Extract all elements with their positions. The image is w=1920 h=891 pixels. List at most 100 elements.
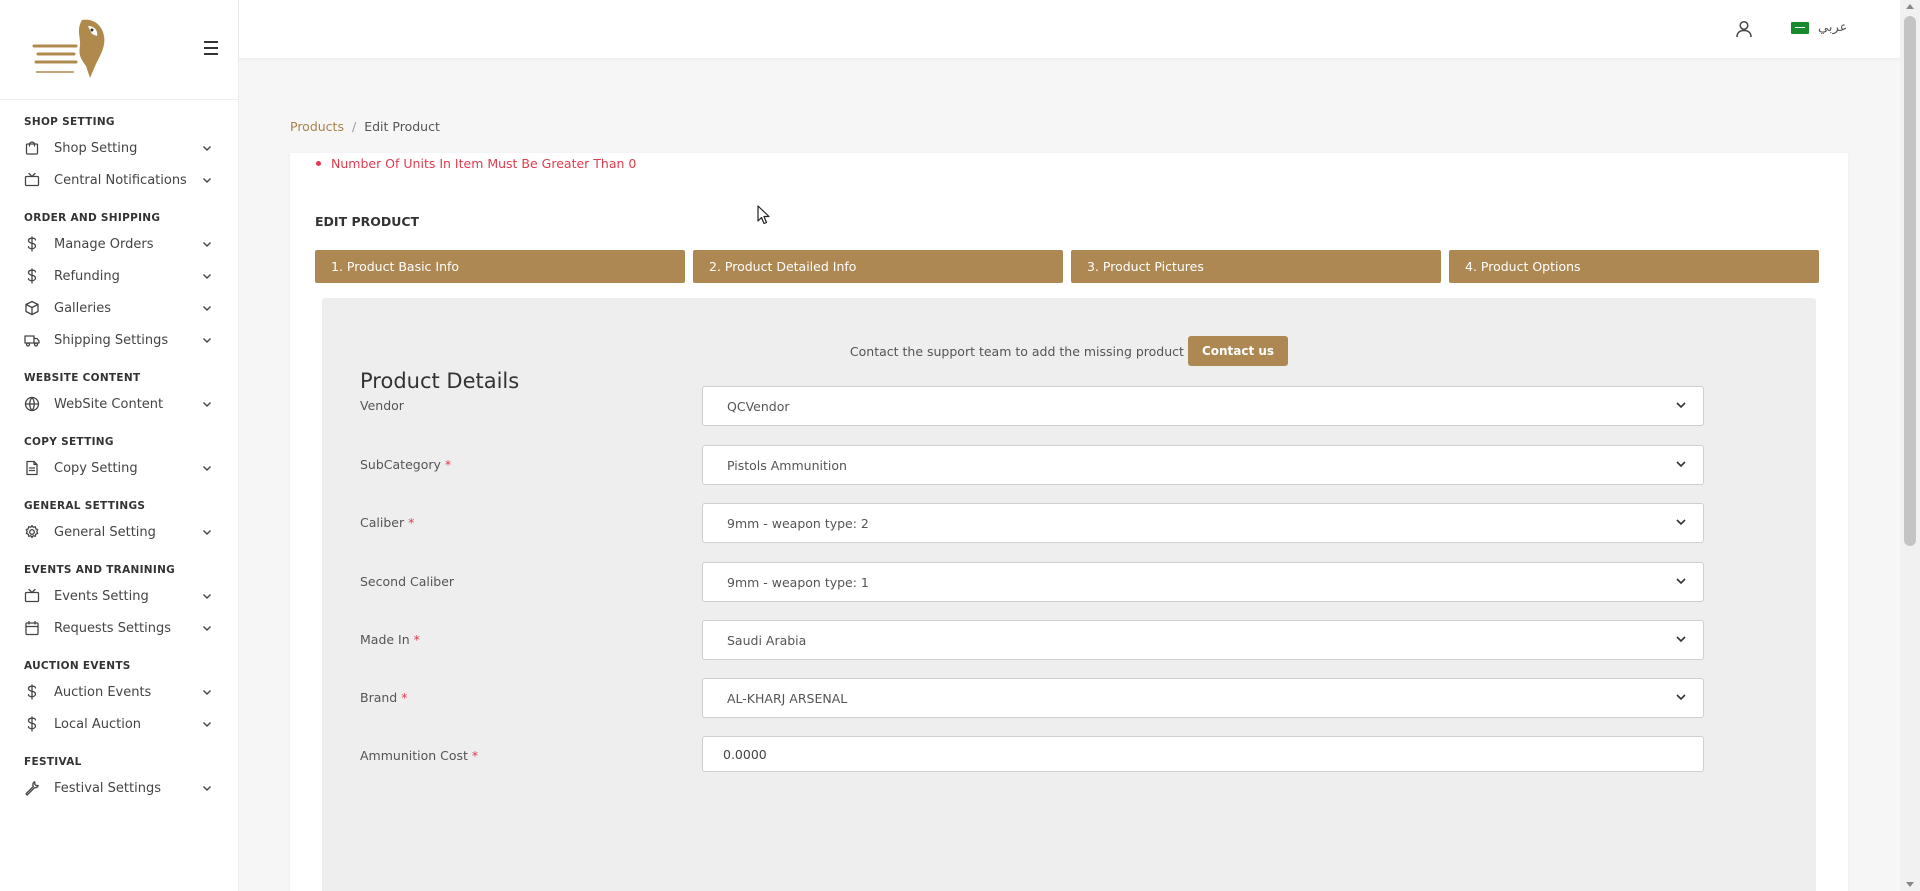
chevron-down-icon[interactable] — [202, 335, 212, 345]
second-caliber-select[interactable]: 9mm - weapon type: 1 — [702, 562, 1704, 602]
made-in-select[interactable]: Saudi Arabia — [702, 620, 1704, 660]
chevron-down-icon — [1676, 578, 1686, 585]
section-title: EDIT PRODUCT — [315, 214, 420, 229]
language-label: عربي — [1818, 20, 1848, 35]
sidebar-item-label: General Setting — [54, 524, 156, 540]
sidebar-item-general-setting[interactable]: General Setting — [0, 516, 238, 548]
chevron-down-icon — [1676, 461, 1686, 468]
validation-error: Number Of Units In Item Must Be Greater … — [316, 156, 636, 171]
page-scrollbar[interactable] — [1900, 0, 1920, 891]
subcategory-select[interactable]: Pistols Ammunition — [702, 445, 1704, 485]
required-asterisk: * — [408, 515, 415, 530]
sidebar-item-refunding[interactable]: Refunding — [0, 260, 238, 292]
scroll-up-icon[interactable] — [1906, 4, 1914, 9]
field-label-caliber: Caliber * — [360, 515, 415, 530]
tv-icon — [24, 172, 40, 187]
field-label-brand: Brand * — [360, 690, 408, 705]
required-asterisk: * — [413, 632, 420, 647]
scrollbar-thumb[interactable] — [1904, 16, 1916, 546]
chevron-down-icon[interactable] — [202, 303, 212, 313]
dollar-icon — [27, 268, 37, 284]
chevron-down-icon — [1676, 402, 1686, 409]
sidebar-item-auction-events[interactable]: Auction Events — [0, 676, 238, 708]
field-row-subcategory: SubCategory * Pistols Ammunition — [360, 445, 1778, 485]
sidebar-item-manage-orders[interactable]: Manage Orders — [0, 228, 238, 260]
chevron-down-icon[interactable] — [202, 239, 212, 249]
calendar-icon — [25, 620, 39, 636]
shopping-bag-icon — [25, 141, 39, 155]
step-pictures[interactable]: 3. Product Pictures — [1071, 250, 1441, 283]
edit-product-card: Number Of Units In Item Must Be Greater … — [290, 153, 1848, 891]
sidebar-item-label: Central Notifications — [54, 172, 187, 188]
field-label-vendor: Vendor — [360, 398, 404, 413]
chevron-down-icon[interactable] — [202, 271, 212, 281]
field-row-caliber: Caliber * 9mm - weapon type: 2 — [360, 503, 1778, 543]
breadcrumb-separator: / — [351, 119, 357, 134]
sidebar-item-label: Galleries — [54, 300, 111, 316]
sidebar-item-shop-setting[interactable]: Shop Setting — [0, 132, 238, 164]
brand-select[interactable]: AL-KHARJ ARSENAL — [702, 678, 1704, 718]
subcategory-selected-value: Pistols Ammunition — [727, 458, 847, 473]
breadcrumb: Products / Edit Product — [290, 119, 440, 134]
field-row-vendor: Vendor QCVendor — [360, 386, 1778, 426]
logo-area — [0, 0, 238, 100]
sidebar-item-label: Shop Setting — [54, 140, 138, 156]
made-in-selected-value: Saudi Arabia — [727, 633, 807, 648]
required-asterisk: * — [471, 748, 479, 763]
support-text: Contact the support team to add the miss… — [849, 343, 1184, 359]
contact-us-button[interactable]: Contact us — [1187, 336, 1289, 366]
gear-icon — [25, 524, 39, 539]
error-message: Number Of Units In Item Must Be Greater … — [331, 156, 637, 171]
step-basic-info[interactable]: 1. Product Basic Info — [315, 250, 685, 283]
chevron-down-icon[interactable] — [202, 463, 212, 473]
sidebar-item-website-content[interactable]: WebSite Content — [0, 388, 238, 420]
box-icon — [25, 300, 39, 316]
sidebar-item-copy-setting[interactable]: Copy Setting — [0, 452, 238, 484]
sidebar-item-label: Festival Settings — [54, 780, 161, 796]
required-asterisk: * — [401, 690, 408, 705]
chevron-down-icon[interactable] — [202, 399, 212, 409]
tool-icon — [25, 781, 39, 796]
field-row-second-caliber: Second Caliber 9mm - weapon type: 1 — [360, 562, 1778, 602]
menu-toggle-icon[interactable] — [204, 41, 218, 57]
club-logo[interactable] — [30, 16, 110, 84]
sidebar-item-label: Refunding — [54, 268, 120, 284]
breadcrumb-products-link[interactable]: Products — [290, 119, 344, 134]
support-row: Contact the support team to add the miss… — [322, 336, 1816, 366]
chevron-down-icon[interactable] — [202, 175, 212, 185]
field-label-made-in: Made In * — [360, 632, 420, 647]
second-caliber-selected-value: 9mm - weapon type: 1 — [727, 575, 869, 590]
chevron-down-icon[interactable] — [202, 143, 212, 153]
sidebar: SHOP SETTING Shop Setting Central Notifica… — [0, 0, 239, 891]
step-options[interactable]: 4. Product Options — [1449, 250, 1819, 283]
chevron-down-icon[interactable] — [202, 527, 212, 537]
sidebar-item-label: Manage Orders — [54, 236, 154, 252]
nav-section-title: SHOP SETTING — [24, 116, 115, 128]
sidebar-item-label: Copy Setting — [54, 460, 138, 476]
chevron-down-icon[interactable] — [202, 783, 212, 793]
nav-section-title: ORDER AND SHIPPING — [24, 212, 161, 224]
step-detailed-info[interactable]: 2. Product Detailed Info — [693, 250, 1063, 283]
sidebar-item-festival-settings[interactable]: Festival Settings — [0, 772, 238, 804]
ammunition-cost-input[interactable] — [702, 736, 1704, 772]
chevron-down-icon[interactable] — [202, 687, 212, 697]
sidebar-item-galleries[interactable]: Galleries — [0, 292, 238, 324]
sidebar-item-events-setting[interactable]: Events Setting — [0, 580, 238, 612]
vendor-select[interactable]: QCVendor — [702, 386, 1704, 426]
sidebar-item-label: Auction Events — [54, 684, 152, 700]
scroll-down-icon[interactable] — [1906, 882, 1914, 887]
sidebar-item-shipping-settings[interactable]: Shipping Settings — [0, 324, 238, 356]
sidebar-item-local-auction[interactable]: Local Auction — [0, 708, 238, 740]
truck-icon — [24, 335, 40, 347]
vendor-selected-value: QCVendor — [727, 399, 790, 414]
chevron-down-icon[interactable] — [202, 719, 212, 729]
chevron-down-icon[interactable] — [202, 591, 212, 601]
sidebar-item-label: Events Setting — [54, 588, 149, 604]
user-icon[interactable] — [1734, 19, 1754, 39]
field-row-ammunition-cost: Ammunition Cost * — [360, 736, 1778, 776]
caliber-select[interactable]: 9mm - weapon type: 2 — [702, 503, 1704, 543]
chevron-down-icon[interactable] — [202, 623, 212, 633]
sidebar-item-central-notifications[interactable]: Central Notifications — [0, 164, 238, 196]
language-switcher[interactable]: عربي — [1791, 20, 1847, 35]
sidebar-item-requests-settings[interactable]: Requests Settings — [0, 612, 238, 644]
